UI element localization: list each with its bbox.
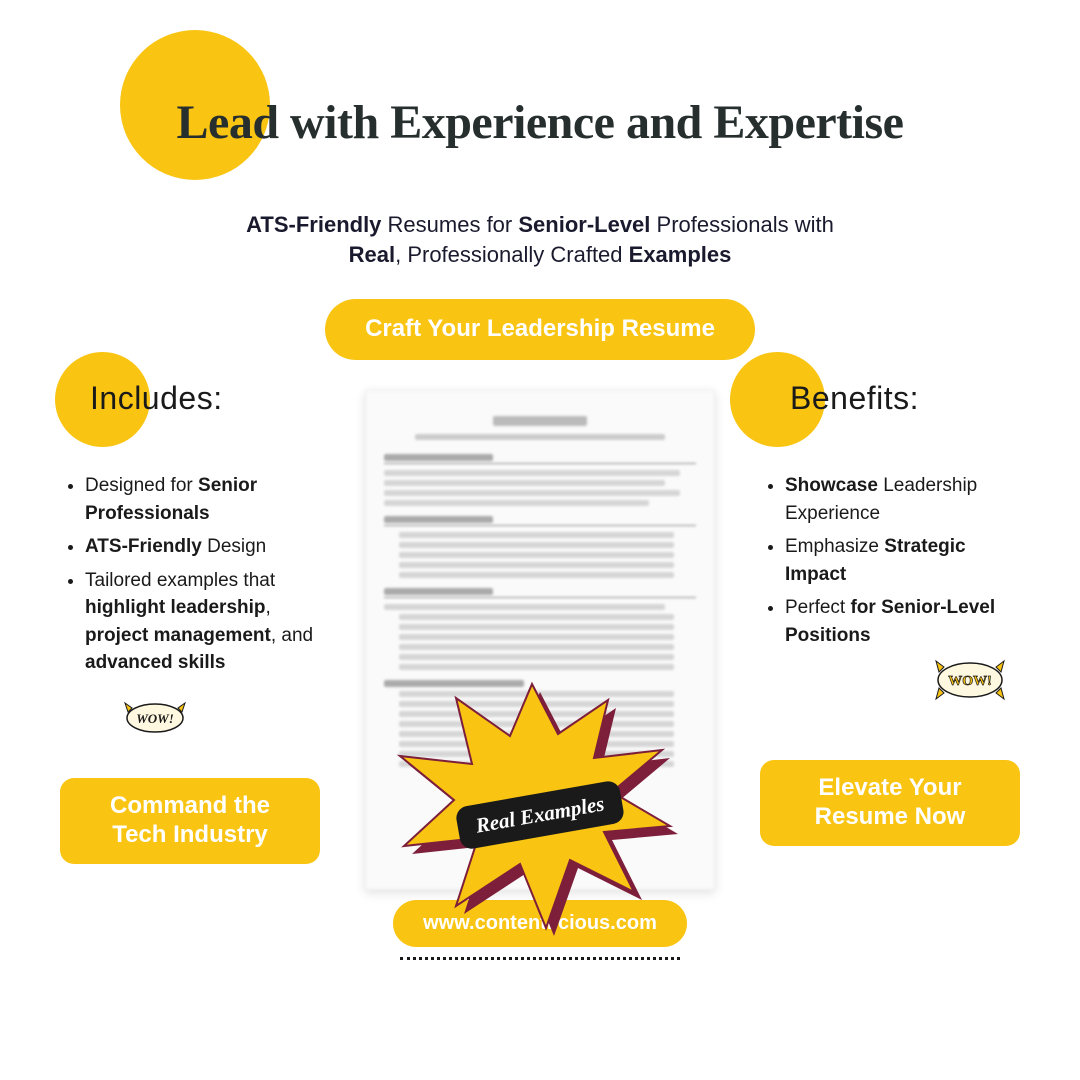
svg-text:WOW!: WOW! — [136, 711, 174, 726]
command-tech-button[interactable]: Command the Tech Industry — [60, 778, 320, 864]
craft-resume-button[interactable]: Craft Your Leadership Resume — [325, 299, 755, 360]
elevate-resume-button[interactable]: Elevate Your Resume Now — [760, 760, 1020, 846]
svg-text:WOW!: WOW! — [948, 674, 992, 689]
subtitle-bold-1: ATS-Friendly — [246, 212, 381, 237]
page-title: Lead with Experience and Expertise — [0, 45, 1080, 150]
list-item: Tailored examples that highlight leaders… — [85, 567, 320, 677]
list-item: ATS-Friendly Design — [85, 533, 320, 561]
list-item: Perfect for Senior-Level Positions — [785, 594, 1020, 649]
header: Lead with Experience and Expertise — [0, 0, 1080, 150]
wow-icon: WOW! — [120, 698, 190, 743]
benefits-column: Benefits: Showcase Leadership Experience… — [760, 380, 1020, 846]
list-item: Emphasize Strategic Impact — [785, 533, 1020, 588]
subtitle-bold-3: Real — [349, 242, 395, 267]
benefits-label: Benefits: — [760, 380, 1020, 417]
subtitle-bold-4: Examples — [629, 242, 732, 267]
content-row: Includes: Designed for Senior Profession… — [0, 360, 1080, 890]
list-item: Showcase Leadership Experience — [785, 472, 1020, 527]
wow-icon: WOW! — [930, 655, 1020, 710]
real-examples-burst: Real Examples — [390, 680, 690, 940]
footer-divider — [400, 957, 680, 960]
includes-column: Includes: Designed for Senior Profession… — [60, 380, 320, 863]
list-item: Designed for Senior Professionals — [85, 472, 320, 527]
benefits-list: Showcase Leadership Experience Emphasize… — [760, 472, 1020, 649]
subtitle: ATS-Friendly Resumes for Senior-Level Pr… — [0, 210, 1080, 269]
includes-list: Designed for Senior Professionals ATS-Fr… — [60, 472, 320, 677]
includes-label: Includes: — [60, 380, 320, 417]
subtitle-bold-2: Senior-Level — [518, 212, 650, 237]
resume-preview-column: Real Examples — [340, 380, 740, 890]
